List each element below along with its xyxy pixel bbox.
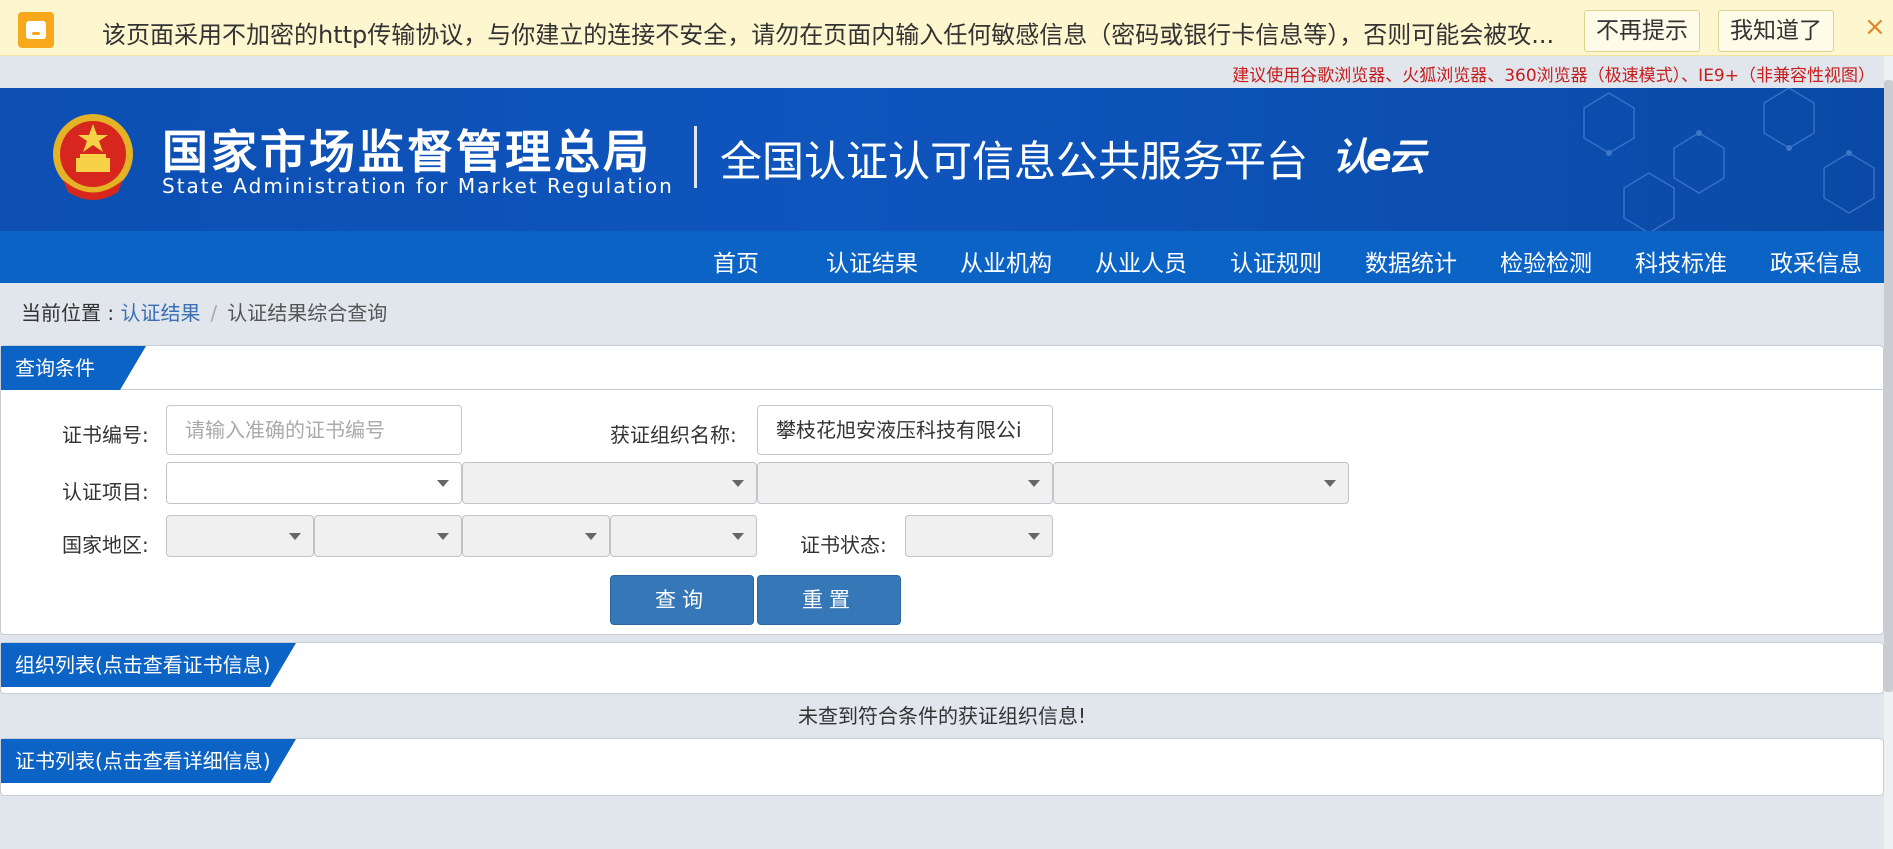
agency-name-en: State Administration for Market Regulati… (162, 174, 674, 198)
national-emblem-icon (53, 114, 133, 200)
platform-title: 全国认证认可信息公共服务平台 (720, 137, 1309, 186)
header-banner: 国家市场监督管理总局 State Administration for Mark… (0, 88, 1884, 231)
dont-remind-button[interactable]: 不再提示 (1584, 10, 1700, 52)
chevron-down-icon (1324, 480, 1336, 487)
chevron-down-icon (1028, 480, 1040, 487)
nav-item-cert-results[interactable]: 认证结果 (826, 244, 918, 278)
nav-item-inspection[interactable]: 检验检测 (1500, 244, 1592, 278)
warning-face-icon (18, 12, 54, 48)
status-label: 证书状态: (800, 533, 887, 557)
nav-item-home[interactable]: 首页 (713, 244, 759, 278)
org-name-label: 获证组织名称: (610, 423, 737, 447)
close-icon[interactable]: × (1864, 12, 1886, 42)
chevron-down-icon (437, 480, 449, 487)
platform-logo: 认e云 (1332, 135, 1426, 179)
security-warning-text: 该页面采用不加密的http传输协议，与你建立的连接不安全，请勿在页面内输入任何敏… (102, 21, 1555, 49)
project-label: 认证项目: (62, 480, 149, 504)
query-panel-header: 查询条件 (1, 346, 1883, 390)
chevron-down-icon (732, 480, 744, 487)
query-panel-title: 查询条件 (1, 346, 146, 390)
chevron-down-icon (585, 533, 597, 540)
chevron-down-icon (1028, 533, 1040, 540)
hexagon-pattern-icon (1583, 88, 1875, 231)
chevron-down-icon (732, 533, 744, 540)
main-nav: 首页 认证结果 从业机构 从业人员 认证规则 数据统计 检验检测 科技标准 政采… (0, 231, 1884, 283)
nav-item-standards[interactable]: 科技标准 (1635, 244, 1727, 278)
org-list-panel: 组织列表(点击查看证书信息) (0, 642, 1884, 694)
nav-item-procurement[interactable]: 政采信息 (1770, 244, 1862, 278)
nav-item-institutions[interactable]: 从业机构 (960, 244, 1052, 278)
nav-item-cert-rules[interactable]: 认证规则 (1230, 244, 1322, 278)
nav-item-personnel[interactable]: 从业人员 (1095, 244, 1187, 278)
project-select-3[interactable] (757, 462, 1053, 504)
region-select-2[interactable] (314, 515, 462, 557)
agency-name-cn: 国家市场监督管理总局 (162, 125, 652, 179)
cert-list-title: 证书列表(点击查看详细信息) (1, 739, 296, 783)
cert-list-header: 证书列表(点击查看详细信息) (1, 739, 1883, 783)
scrollbar-thumb[interactable] (1884, 80, 1893, 692)
org-empty-message: 未查到符合条件的获证组织信息! (797, 704, 1087, 728)
search-button[interactable]: 查询 (610, 575, 754, 625)
reset-button[interactable]: 重置 (757, 575, 901, 625)
nav-item-statistics[interactable]: 数据统计 (1365, 244, 1457, 278)
region-select-3[interactable] (462, 515, 610, 557)
org-list-header: 组织列表(点击查看证书信息) (1, 643, 1883, 687)
breadcrumb: 当前位置 : 认证结果 / 认证结果综合查询 (21, 297, 387, 326)
org-name-input[interactable]: 攀枝花旭安液压科技有限公i (757, 405, 1053, 455)
cert-list-panel: 证书列表(点击查看详细信息) (0, 738, 1884, 796)
chevron-down-icon (289, 533, 301, 540)
org-list-title: 组织列表(点击查看证书信息) (1, 643, 296, 687)
breadcrumb-current: 认证结果综合查询 (227, 301, 388, 325)
banner-divider (694, 126, 697, 188)
status-select[interactable] (905, 515, 1053, 557)
cert-no-input[interactable]: 请输入准确的证书编号 (166, 405, 462, 455)
breadcrumb-separator: / (210, 301, 218, 325)
browser-recommendation-tip: 建议使用谷歌浏览器、火狐浏览器、360浏览器（极速模式）、IE9+（非兼容性视图… (1232, 66, 1875, 86)
region-select-4[interactable] (610, 515, 757, 557)
breadcrumb-link-cert-results[interactable]: 认证结果 (120, 301, 200, 325)
chevron-down-icon (437, 533, 449, 540)
breadcrumb-prefix: 当前位置 : (21, 301, 121, 325)
cert-no-label: 证书编号: (62, 423, 149, 447)
security-warning-bar: 该页面采用不加密的http传输协议，与你建立的连接不安全，请勿在页面内输入任何敏… (0, 0, 1893, 56)
region-label: 国家地区: (62, 533, 149, 557)
project-select-1[interactable] (166, 462, 462, 504)
got-it-button[interactable]: 我知道了 (1718, 10, 1834, 52)
project-select-4[interactable] (1053, 462, 1349, 504)
project-select-2[interactable] (462, 462, 757, 504)
region-select-1[interactable] (166, 515, 314, 557)
